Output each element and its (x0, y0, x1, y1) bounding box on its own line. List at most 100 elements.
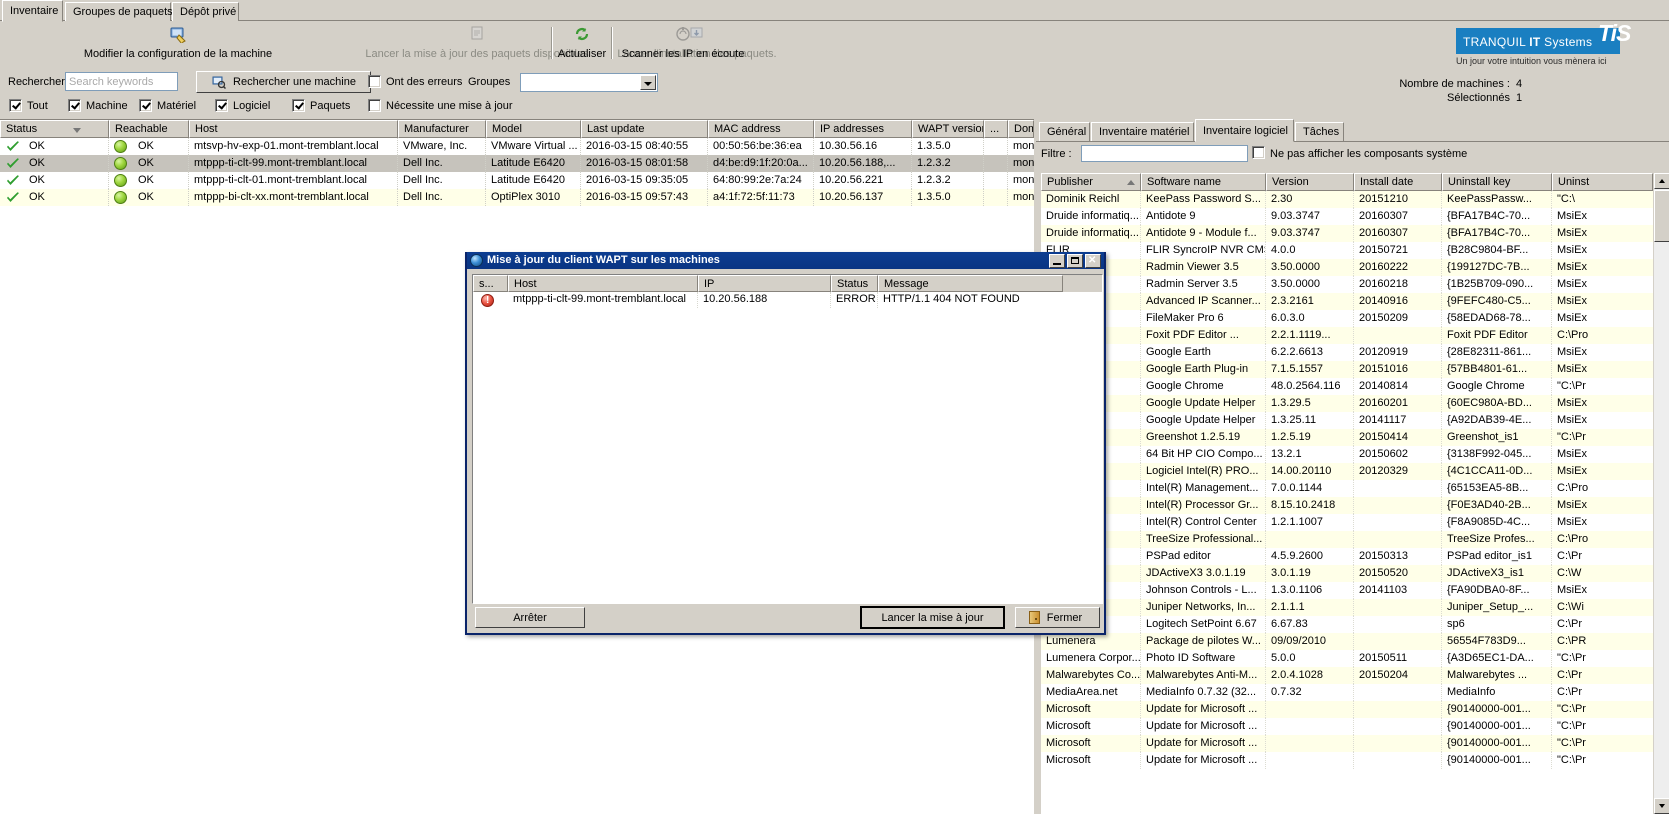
col-status[interactable]: Status (0, 120, 109, 138)
stop-button[interactable]: Arrêter (475, 607, 585, 628)
col-host[interactable]: Host (189, 120, 398, 138)
software-filter-input[interactable] (1081, 145, 1248, 162)
table-row[interactable]: ...ard64 Bit HP CIO Compo...13.2.1201506… (1041, 446, 1669, 463)
search-machine-button[interactable]: Rechercher une machine (196, 71, 371, 93)
table-row[interactable]: Microsoft Update for Microsoft ... {901400… (1041, 752, 1669, 769)
search-input[interactable] (65, 72, 178, 91)
toolbar-scanner-ip-ecoute[interactable]: Scanner les IP en écoute (613, 23, 753, 63)
table-row[interactable]: Microsoft Update for Microsoft ... {901400… (1041, 701, 1669, 718)
table-row[interactable]: PSPad editor 4.5.9.2600 20150313 PSPad edit… (1041, 548, 1669, 565)
table-row[interactable]: OK OK mtppp-bi-clt-xx.mont-tremblant.loc… (0, 189, 1034, 206)
filter-checkbox-tout[interactable] (9, 99, 22, 112)
errors-checkbox[interactable] (368, 75, 381, 88)
tab-taches[interactable]: Tâches (1295, 122, 1344, 141)
table-row[interactable]: ...OCUSJDActiveX3 3.0.1.193.0.1.19201505… (1041, 565, 1669, 582)
tab-general[interactable]: Général (1039, 122, 1090, 141)
table-row[interactable]: OK OK mtppp-ti-clt-01.mont-tremblant.loc… (0, 172, 1034, 189)
table-row[interactable]: OK OK mtsvp-hv-exp-01.mont-tremblant.loc… (0, 138, 1034, 155)
table-row[interactable]: ...ionIntel(R) Processor Gr...8.15.10.24… (1041, 497, 1669, 514)
minimize-icon[interactable] (1049, 254, 1065, 268)
table-row[interactable]: Malwarebytes Co... Malwarebytes Anti-M...… (1041, 667, 1669, 684)
table-row[interactable]: Dominik Reichl KeePass Password S... 2.30 2… (1041, 191, 1669, 208)
close-icon[interactable]: ✕ (1085, 254, 1101, 268)
table-row[interactable]: Google Chrome 48.0.2564.116 20140814 Google… (1041, 378, 1669, 395)
dialog-col-ip[interactable]: IP (698, 275, 831, 292)
table-row[interactable]: Lumenera Package de pilotes W... 09/09/201… (1041, 633, 1669, 650)
dialog-col-status[interactable]: Status (831, 275, 878, 292)
table-row[interactable]: FLIR FLIR SyncroIP NVR CMS 4.0.0 20150721 {B… (1041, 242, 1669, 259)
col-ip-addresses[interactable]: IP addresses (814, 120, 912, 138)
table-row[interactable]: Druide informatiq... Antidote 9 - Module … (1041, 225, 1669, 242)
cell-manufacturer: Dell Inc. (398, 155, 486, 172)
table-row[interactable]: Advanced IP Scanner... 2.3.2161 20140916 {9… (1041, 293, 1669, 310)
table-row[interactable]: ...rols...Johnson Controls - L...1.3.0.1… (1041, 582, 1669, 599)
scroll-down-arrow-icon[interactable] (1654, 798, 1669, 814)
col-reachable[interactable]: Reachable (109, 120, 189, 138)
table-row[interactable]: Greenshot 1.2.5.19 1.2.5.19 20150414 Greens… (1041, 429, 1669, 446)
table-row[interactable]: Lumenera Corpor... Photo ID Software 5.0.0… (1041, 650, 1669, 667)
hide-system-components-checkbox[interactable] (1252, 146, 1265, 159)
table-row[interactable]: Microsoft Update for Microsoft ... {901400… (1041, 718, 1669, 735)
tab-inventaire-logiciel[interactable]: Inventaire logiciel (1195, 119, 1294, 142)
col-manufacturer[interactable]: Manufacturer (398, 120, 486, 138)
dialog-table-row[interactable]: mtppp-ti-clt-99.mont-tremblant.local 10.… (473, 292, 1102, 308)
table-row[interactable]: Google Earth Plug-in 7.1.5.1557 20151016 {5… (1041, 361, 1669, 378)
table-row[interactable]: Microsoft Update for Microsoft ... {901400… (1041, 735, 1669, 752)
software-table[interactable]: Publisher Software name Version Install … (1041, 173, 1669, 814)
tab-groupes-de-paquets[interactable]: Groupes de paquets (65, 2, 173, 21)
dialog-col-host[interactable]: Host (508, 275, 698, 292)
start-update-button[interactable]: Lancer la mise à jour (860, 606, 1005, 629)
table-row[interactable]: Google Update Helper 1.3.25.11 20141117 {A9… (1041, 412, 1669, 429)
table-row[interactable]: Logitech SetPoint 6.67 6.67.83 sp6 C:\Pr (1041, 616, 1669, 633)
cell-date (1354, 497, 1442, 514)
chevron-down-icon[interactable] (640, 75, 656, 90)
close-button[interactable]: Fermer (1015, 607, 1100, 628)
table-row[interactable]: Radmin Server 3.5 3.50.0000 20160218 {1B25B… (1041, 276, 1669, 293)
scroll-thumb[interactable] (1654, 190, 1669, 242)
col-model[interactable]: Model (486, 120, 581, 138)
col-mac-address[interactable]: MAC address (708, 120, 814, 138)
col-software-name[interactable]: Software name (1141, 173, 1266, 191)
dialog-titlebar[interactable]: Mise à jour du client WAPT sur les machi… (467, 252, 1104, 269)
software-scrollbar[interactable] (1653, 173, 1669, 814)
table-row[interactable]: TreeSize Professional... TreeSize Profes.… (1041, 531, 1669, 548)
col-wapt-version[interactable]: WAPT version (912, 120, 984, 138)
filter-checkbox-materiel[interactable] (139, 99, 152, 112)
scroll-up-arrow-icon[interactable] (1654, 173, 1669, 189)
col-uninstall-key[interactable]: Uninstall key (1442, 173, 1552, 191)
tab-depot-prive[interactable]: Dépôt privé (172, 2, 239, 21)
table-row[interactable]: Google Earth 6.2.2.6613 20120919 {28E82311-… (1041, 344, 1669, 361)
col-last-update[interactable]: Last update (581, 120, 708, 138)
dialog-col-status-icon[interactable]: s... (473, 275, 508, 292)
col-version[interactable]: Version (1266, 173, 1354, 191)
dialog-results-table[interactable]: s... Host IP Status Message mtppp-ti-clt… (472, 274, 1103, 604)
table-row[interactable]: OK OK mtppp-ti-clt-99.mont-tremblant.loc… (0, 155, 1034, 172)
tab-inventaire[interactable]: Inventaire (2, 0, 63, 22)
toolbar-actualiser[interactable]: Actualiser (553, 23, 611, 63)
filter-checkbox-logiciel[interactable] (215, 99, 228, 112)
col-install-date[interactable]: Install date (1354, 173, 1442, 191)
table-row[interactable]: ...ionLogiciel Intel(R) PRO...14.00.2011… (1041, 463, 1669, 480)
maximize-icon[interactable] (1067, 254, 1083, 268)
dialog-col-message[interactable]: Message (878, 275, 1063, 292)
table-row[interactable]: ...tio...Foxit PDF Editor ...2.2.1.1119.… (1041, 327, 1669, 344)
table-row[interactable]: ...ionIntel(R) Control Center1.2.1.1007{… (1041, 514, 1669, 531)
filter-checkbox-necessite-maj[interactable] (368, 99, 381, 112)
table-row[interactable]: Radmin Viewer 3.5 3.50.0000 20160222 {19912… (1041, 259, 1669, 276)
table-row[interactable]: ...orks...Juniper Networks, In...2.1.1.1… (1041, 599, 1669, 616)
table-row[interactable]: ...ionIntel(R) Management...7.0.0.1144{6… (1041, 480, 1669, 497)
filter-checkbox-paquets[interactable] (292, 99, 305, 112)
cell-date (1354, 616, 1442, 633)
toolbar-modifier-configuration-machine[interactable]: Modifier la configuration de la machine (2, 23, 354, 63)
tab-inventaire-materiel[interactable]: Inventaire matériel (1091, 122, 1194, 141)
col-publisher[interactable]: Publisher (1041, 173, 1141, 191)
table-row[interactable]: FileMaker Pro 6 6.0.3.0 20150209 {58EDAD68-… (1041, 310, 1669, 327)
groups-combo[interactable] (520, 73, 658, 92)
col-uninstall-string[interactable]: Uninst (1552, 173, 1653, 191)
table-row[interactable]: Google Update Helper 1.3.29.5 20160201 {60E… (1041, 395, 1669, 412)
filter-checkbox-machine[interactable] (68, 99, 81, 112)
table-row[interactable]: MediaArea.net MediaInfo 0.7.32 (32... 0.7.… (1041, 684, 1669, 701)
table-row[interactable]: Druide informatiq... Antidote 9 9.03.3747 2… (1041, 208, 1669, 225)
col-domain[interactable]: Dom (1008, 120, 1034, 138)
col-extra[interactable]: ... (984, 120, 1008, 138)
